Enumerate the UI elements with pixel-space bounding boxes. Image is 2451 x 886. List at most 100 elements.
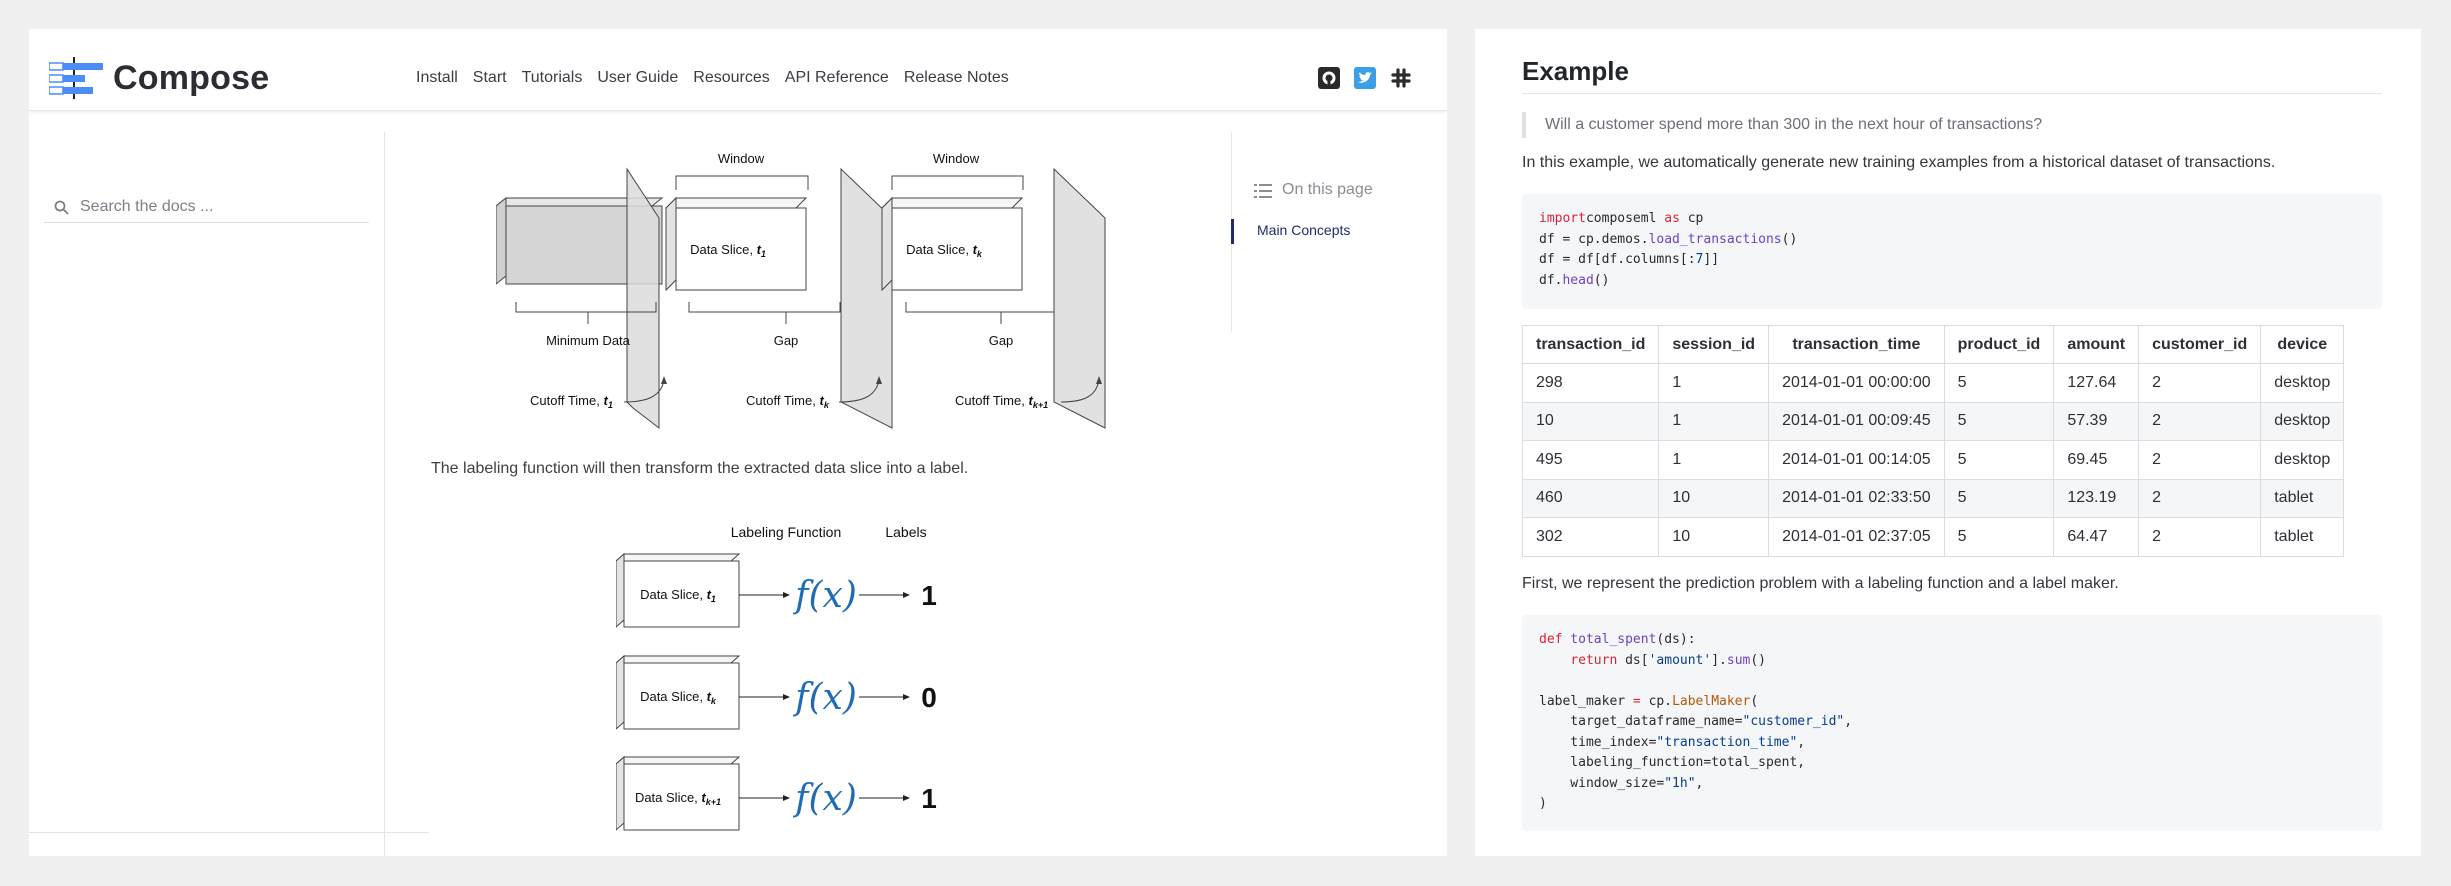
data-slice-label-2: Data Slice, tk: [906, 242, 983, 259]
labeling-paragraph: First, we represent the prediction probl…: [1522, 575, 2119, 592]
table-row: 460 10 2014-01-01 02:33:50 5 123.19 2 tablet: [1521, 478, 2345, 518]
github-icon[interactable]: [1318, 67, 1340, 89]
gap-label-1: Gap: [774, 333, 799, 348]
gap-label-2: Gap: [989, 333, 1014, 348]
table-cell-amount: 69.45: [2053, 440, 2140, 480]
search-placeholder: Search the docs ...: [80, 198, 214, 215]
search-icon: [54, 200, 69, 215]
example-panel: Example Will a customer spend more than …: [1475, 29, 2421, 856]
column-header-product-id: product_id: [1943, 325, 2055, 364]
minimum-data-box-side: [496, 196, 507, 285]
table-cell-transaction-time: 2014-01-01 02:37:05: [1768, 517, 1945, 557]
table-row: 10 1 2014-01-01 00:09:45 5 57.39 2 desktop: [1521, 401, 2345, 441]
label-maker-code-block: def total_spent(ds): return ds['amount']…: [1522, 615, 2382, 831]
list-icon: [1254, 184, 1272, 198]
window-label-2: Window: [933, 152, 980, 166]
data-slice-box-1-top: [664, 197, 808, 209]
table-cell-device: desktop: [2260, 401, 2345, 441]
label-maker-code-line-7: labeling_function=total_spent,: [1539, 755, 1806, 770]
table-cell-session-id: 10: [1658, 478, 1770, 518]
fx-symbol-3: f(x): [792, 778, 857, 819]
table-cell-customer-id: 2: [2138, 363, 2262, 403]
table-cell-device: tablet: [2260, 478, 2345, 518]
brand-title[interactable]: Compose: [113, 59, 269, 98]
nav-api-reference[interactable]: API Reference: [785, 69, 889, 87]
cutoff-plane-3: [1053, 167, 1106, 429]
table-cell-transaction-id: 460: [1521, 478, 1660, 518]
table-cell-product-id: 5: [1943, 478, 2055, 518]
slack-icon[interactable]: [1390, 67, 1412, 89]
table-row: 495 1 2014-01-01 00:14:05 5 69.45 2 desktop: [1521, 440, 2345, 480]
table-cell-transaction-time: 2014-01-01 02:33:50: [1768, 478, 1945, 518]
toc-title: On this page: [1282, 181, 1373, 198]
window-bracket-1: [675, 175, 809, 190]
labeling-caption: The labeling function will then transfor…: [431, 460, 969, 477]
table-cell-session-id: 1: [1658, 363, 1770, 403]
table-cell-session-id: 1: [1658, 401, 1770, 441]
table-cell-transaction-id: 298: [1521, 363, 1660, 403]
table-cell-session-id: 1: [1658, 440, 1770, 480]
labeling-row-1: Data Slice, t1 f(x) 1: [616, 552, 937, 628]
label-maker-code-line-3: [1539, 671, 2382, 692]
problem-quote: Will a customer spend more than 300 in t…: [1522, 112, 2042, 138]
transactions-table: transaction_id session_id transaction_time…: [1521, 325, 2345, 557]
minimum-data-label: Minimum Data: [546, 333, 631, 348]
label-value-3: 1: [921, 783, 937, 814]
data-slice-box-1-side: [665, 196, 677, 292]
docs-page-panel: Compose Install Start Tutorials User Gui…: [29, 29, 1447, 856]
window-bracket-2: [891, 175, 1024, 190]
gap-bracket-2: [905, 302, 1055, 313]
table-cell-transaction-time: 2014-01-01 00:00:00: [1768, 363, 1945, 403]
table-cell-transaction-id: 10: [1521, 401, 1660, 441]
column-header-amount: amount: [2053, 325, 2140, 364]
labeling-row-2: Data Slice, tk f(x) 0: [616, 654, 937, 730]
table-cell-device: tablet: [2260, 517, 2345, 557]
nav-tutorials[interactable]: Tutorials: [522, 69, 583, 87]
heading-divider: [1522, 93, 2382, 94]
label-value-1: 1: [921, 580, 937, 611]
label-maker-code-line-9: ): [1539, 796, 1547, 811]
column-header-customer-id: customer_id: [2138, 325, 2262, 364]
nav-start[interactable]: Start: [473, 69, 507, 87]
table-row: 302 10 2014-01-01 02:37:05 5 64.47 2 tablet: [1521, 517, 2345, 557]
example-heading: Example: [1522, 56, 1629, 86]
twitter-icon[interactable]: [1354, 67, 1376, 89]
column-header-device: device: [2260, 325, 2345, 364]
label-maker-code-line-4: label_maker = cp.LabelMaker(: [1539, 693, 1759, 709]
table-cell-product-id: 5: [1943, 517, 2055, 557]
table-header-row: transaction_id session_id transaction_time…: [1521, 325, 2345, 364]
table-cell-session-id: 10: [1658, 517, 1770, 557]
search-input[interactable]: Search the docs ...: [44, 191, 369, 223]
cutoff-time-label-2: Cutoff Time, tk: [746, 393, 830, 410]
top-navbar: Compose Install Start Tutorials User Gui…: [29, 29, 1447, 111]
label-maker-code-line-8: window_size="1h",: [1539, 775, 1704, 791]
load-data-code-line-2: df = cp.demos.load_transactions(): [1539, 231, 1798, 247]
cutoff-time-label-3: Cutoff Time, tk+1: [955, 393, 1048, 410]
nav-release-notes[interactable]: Release Notes: [904, 69, 1009, 87]
table-cell-transaction-id: 302: [1521, 517, 1660, 557]
data-slice-box-2-side: [881, 196, 893, 292]
labels-heading: Labels: [885, 527, 926, 540]
table-cell-transaction-time: 2014-01-01 00:14:05: [1768, 440, 1945, 480]
column-header-transaction-time: transaction_time: [1768, 325, 1945, 364]
window-label-1: Window: [718, 152, 765, 166]
table-cell-customer-id: 2: [2138, 440, 2262, 480]
nav-user-guide[interactable]: User Guide: [597, 69, 678, 87]
load-data-code-block: importcomposeml as cp df = cp.demos.load_…: [1522, 194, 2382, 309]
main-nav: Install Start Tutorials User Guide Resou…: [416, 69, 1024, 87]
load-data-code-line-1: importcomposeml as cp: [1539, 211, 1704, 226]
nav-resources[interactable]: Resources: [693, 69, 769, 87]
nav-install[interactable]: Install: [416, 69, 458, 87]
compose-logo-icon[interactable]: [49, 57, 103, 99]
sidebar-divider: [29, 832, 429, 833]
column-header-session-id: session_id: [1658, 325, 1770, 364]
table-body: 298 1 2014-01-01 00:00:00 5 127.64 2 desktop 10…: [1521, 363, 2345, 557]
table-cell-amount: 57.39: [2053, 401, 2140, 441]
label-maker-code-line-2: return ds['amount'].sum(): [1570, 652, 1767, 668]
label-maker-code-line-5: target_dataframe_name="customer_id",: [1539, 714, 1853, 729]
toc-item-main-concepts[interactable]: Main Concepts: [1257, 222, 1350, 238]
labeling-function-heading: Labeling Function: [731, 527, 842, 540]
data-slice-box-2-top: [880, 197, 1024, 209]
table-cell-product-id: 5: [1943, 440, 2055, 480]
table-cell-amount: 123.19: [2053, 478, 2140, 518]
